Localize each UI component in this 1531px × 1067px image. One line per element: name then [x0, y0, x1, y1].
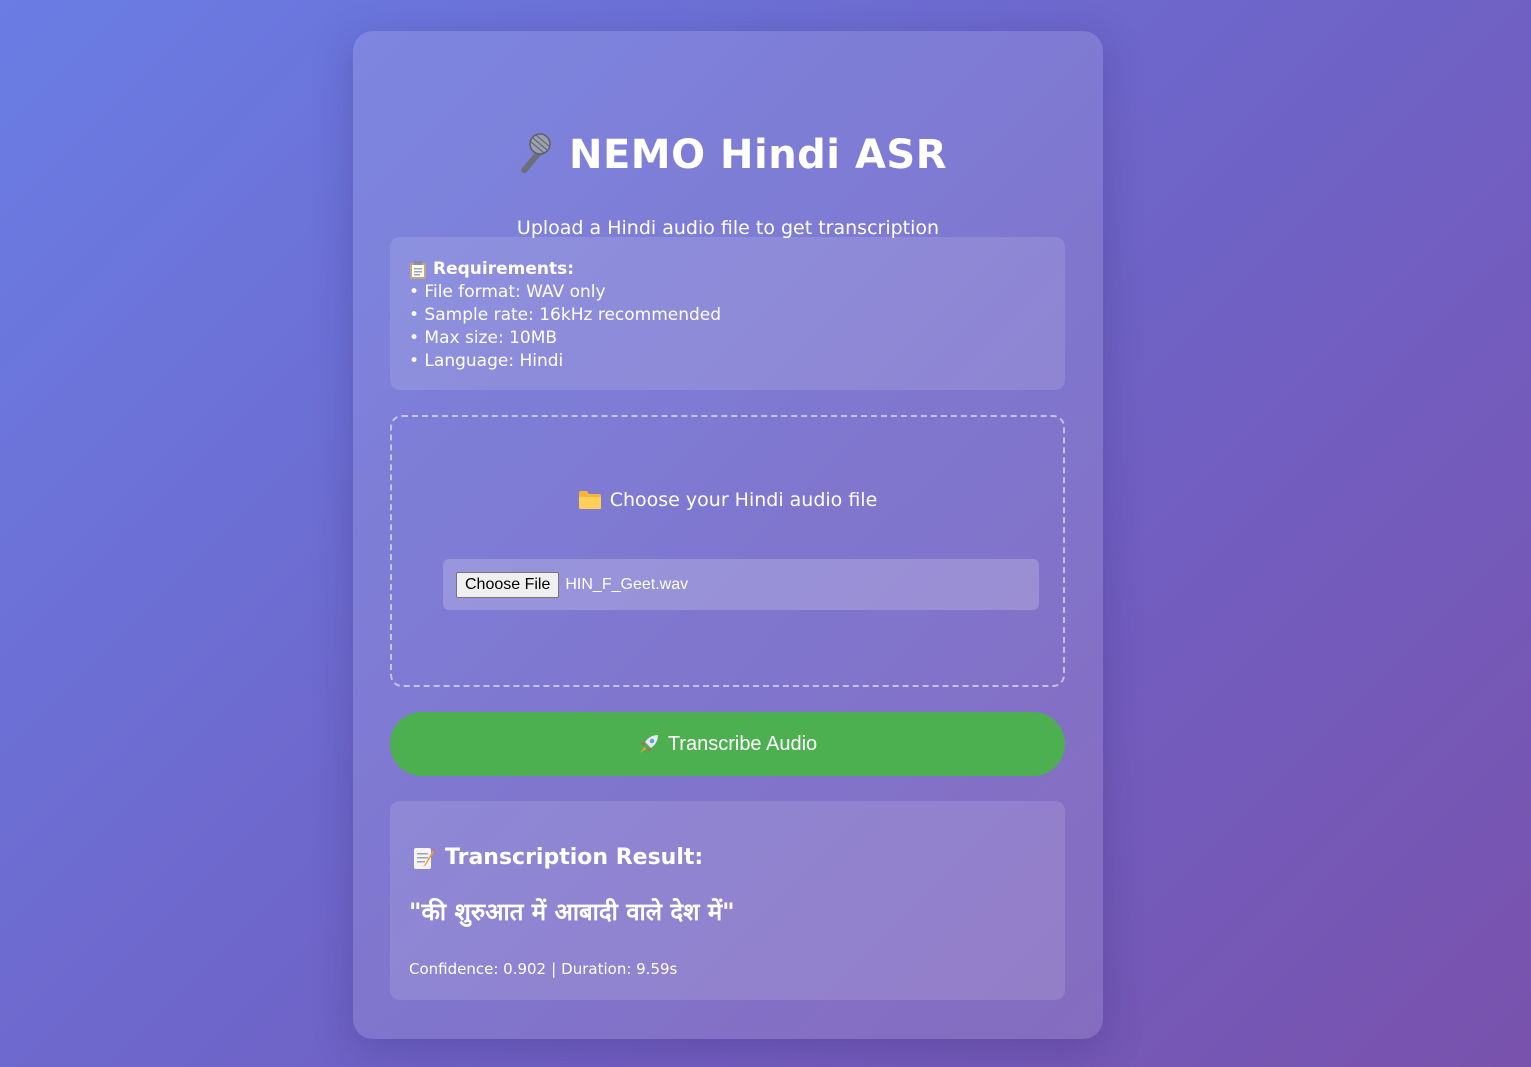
requirement-item: • Sample rate: 16kHz recommended — [409, 305, 722, 325]
transcription-result-box: Transcription Result: "की शुरुआत में आबा… — [390, 801, 1065, 1000]
rocket-icon — [638, 733, 660, 755]
choose-file-button[interactable]: Choose File — [456, 571, 560, 598]
transcribe-audio-label: Transcribe Audio — [667, 732, 818, 755]
result-heading-text: Transcription Result: — [445, 845, 704, 870]
upload-label: Choose your Hindi audio file — [392, 489, 1063, 511]
selected-file-name: HIN_F_Geet.wav — [565, 575, 689, 593]
transcribe-audio-button[interactable]: Transcribe Audio — [390, 712, 1065, 776]
page-subtitle: Upload a Hindi audio file to get transcr… — [516, 217, 940, 239]
memo-icon — [413, 846, 435, 870]
requirement-item: • Max size: 10MB — [409, 328, 558, 348]
requirement-item: • Language: Hindi — [409, 351, 564, 371]
page-header: NEMO Hindi ASR — [353, 129, 1103, 181]
duration-value: Duration: 9.59s — [561, 960, 678, 978]
main-card: NEMO Hindi ASR Upload a Hindi audio file… — [353, 31, 1103, 1039]
upload-label-text: Choose your Hindi audio file — [609, 489, 878, 511]
requirements-box: Requirements: • File format: WAV only • … — [390, 237, 1065, 390]
requirements-heading-text: Requirements: — [433, 259, 575, 279]
result-heading: Transcription Result: — [413, 845, 703, 870]
transcription-text: "की शुरुआत में आबादी वाले देश में" — [409, 898, 735, 926]
file-input[interactable]: Choose File HIN_F_Geet.wav — [443, 559, 1039, 610]
page-title: NEMO Hindi ASR — [568, 132, 948, 178]
file-drop-zone[interactable]: Choose your Hindi audio file Choose File… — [390, 415, 1065, 687]
clipboard-icon — [409, 260, 427, 280]
result-metadata: Confidence: 0.902 | Duration: 9.59s — [409, 960, 677, 978]
requirements-heading: Requirements: — [409, 258, 1046, 281]
meta-separator: | — [551, 960, 557, 978]
folder-icon — [578, 490, 602, 510]
confidence-value: Confidence: 0.902 — [409, 960, 547, 978]
requirement-item: • File format: WAV only — [409, 282, 606, 302]
microphone-icon — [509, 132, 555, 178]
